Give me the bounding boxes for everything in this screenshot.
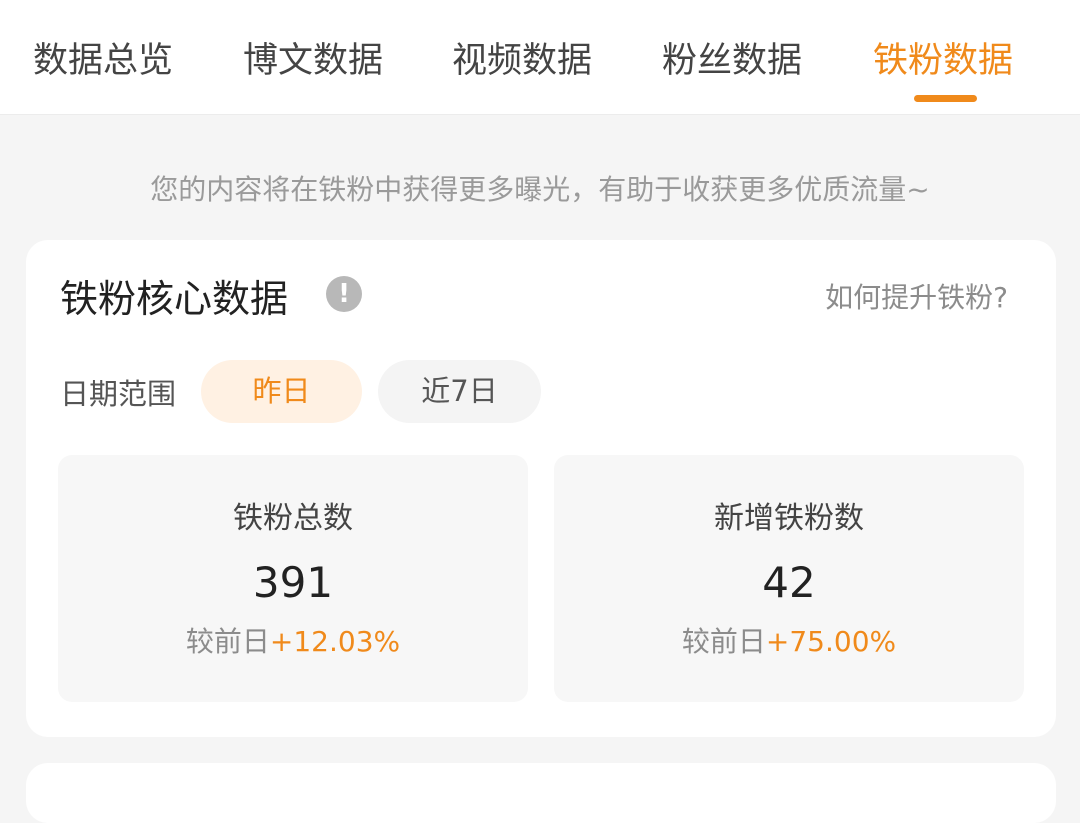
stat-new-iron-fans: 新增铁粉数 42 较前日+75.00% — [554, 455, 1024, 702]
next-card — [26, 763, 1056, 823]
card-title: 铁粉核心数据 — [60, 277, 289, 321]
date-option-7days[interactable]: 近7日 — [378, 360, 541, 423]
stat-value: 42 — [762, 558, 816, 607]
stat-label: 铁粉总数 — [233, 501, 353, 536]
stat-value: 391 — [252, 558, 334, 607]
stat-total-iron-fans: 铁粉总数 391 较前日+12.03% — [58, 455, 528, 702]
compare-prefix: 较前日 — [185, 625, 270, 658]
tab-post-data[interactable]: 博文数据 — [243, 36, 383, 86]
stat-compare: 较前日+12.03% — [58, 621, 528, 663]
compare-delta: +12.03% — [269, 625, 401, 658]
active-tab-indicator — [914, 95, 977, 102]
info-icon[interactable]: ! — [326, 276, 362, 312]
help-link[interactable]: 如何提升铁粉? — [825, 276, 1008, 320]
tab-data-overview[interactable]: 数据总览 — [33, 36, 173, 86]
date-range-label: 日期范围 — [60, 377, 177, 411]
stat-label: 新增铁粉数 — [714, 501, 864, 536]
compare-delta: +75.00% — [765, 625, 897, 658]
tab-video-data[interactable]: 视频数据 — [452, 36, 592, 86]
tab-iron-fans-data[interactable]: 铁粉数据 — [873, 36, 1013, 86]
tab-bar: 数据总览 博文数据 视频数据 粉丝数据 铁粉数据 — [0, 0, 1080, 115]
iron-fans-core-card: 铁粉核心数据 ! 如何提升铁粉? 日期范围 昨日 近7日 铁粉总数 391 较前… — [26, 240, 1056, 737]
date-option-yesterday[interactable]: 昨日 — [201, 360, 362, 423]
stat-compare: 较前日+75.00% — [554, 621, 1024, 663]
compare-prefix: 较前日 — [681, 625, 766, 658]
hint-text: 您的内容将在铁粉中获得更多曝光，有助于收获更多优质流量~ — [150, 173, 930, 206]
tab-fans-data[interactable]: 粉丝数据 — [662, 36, 802, 86]
